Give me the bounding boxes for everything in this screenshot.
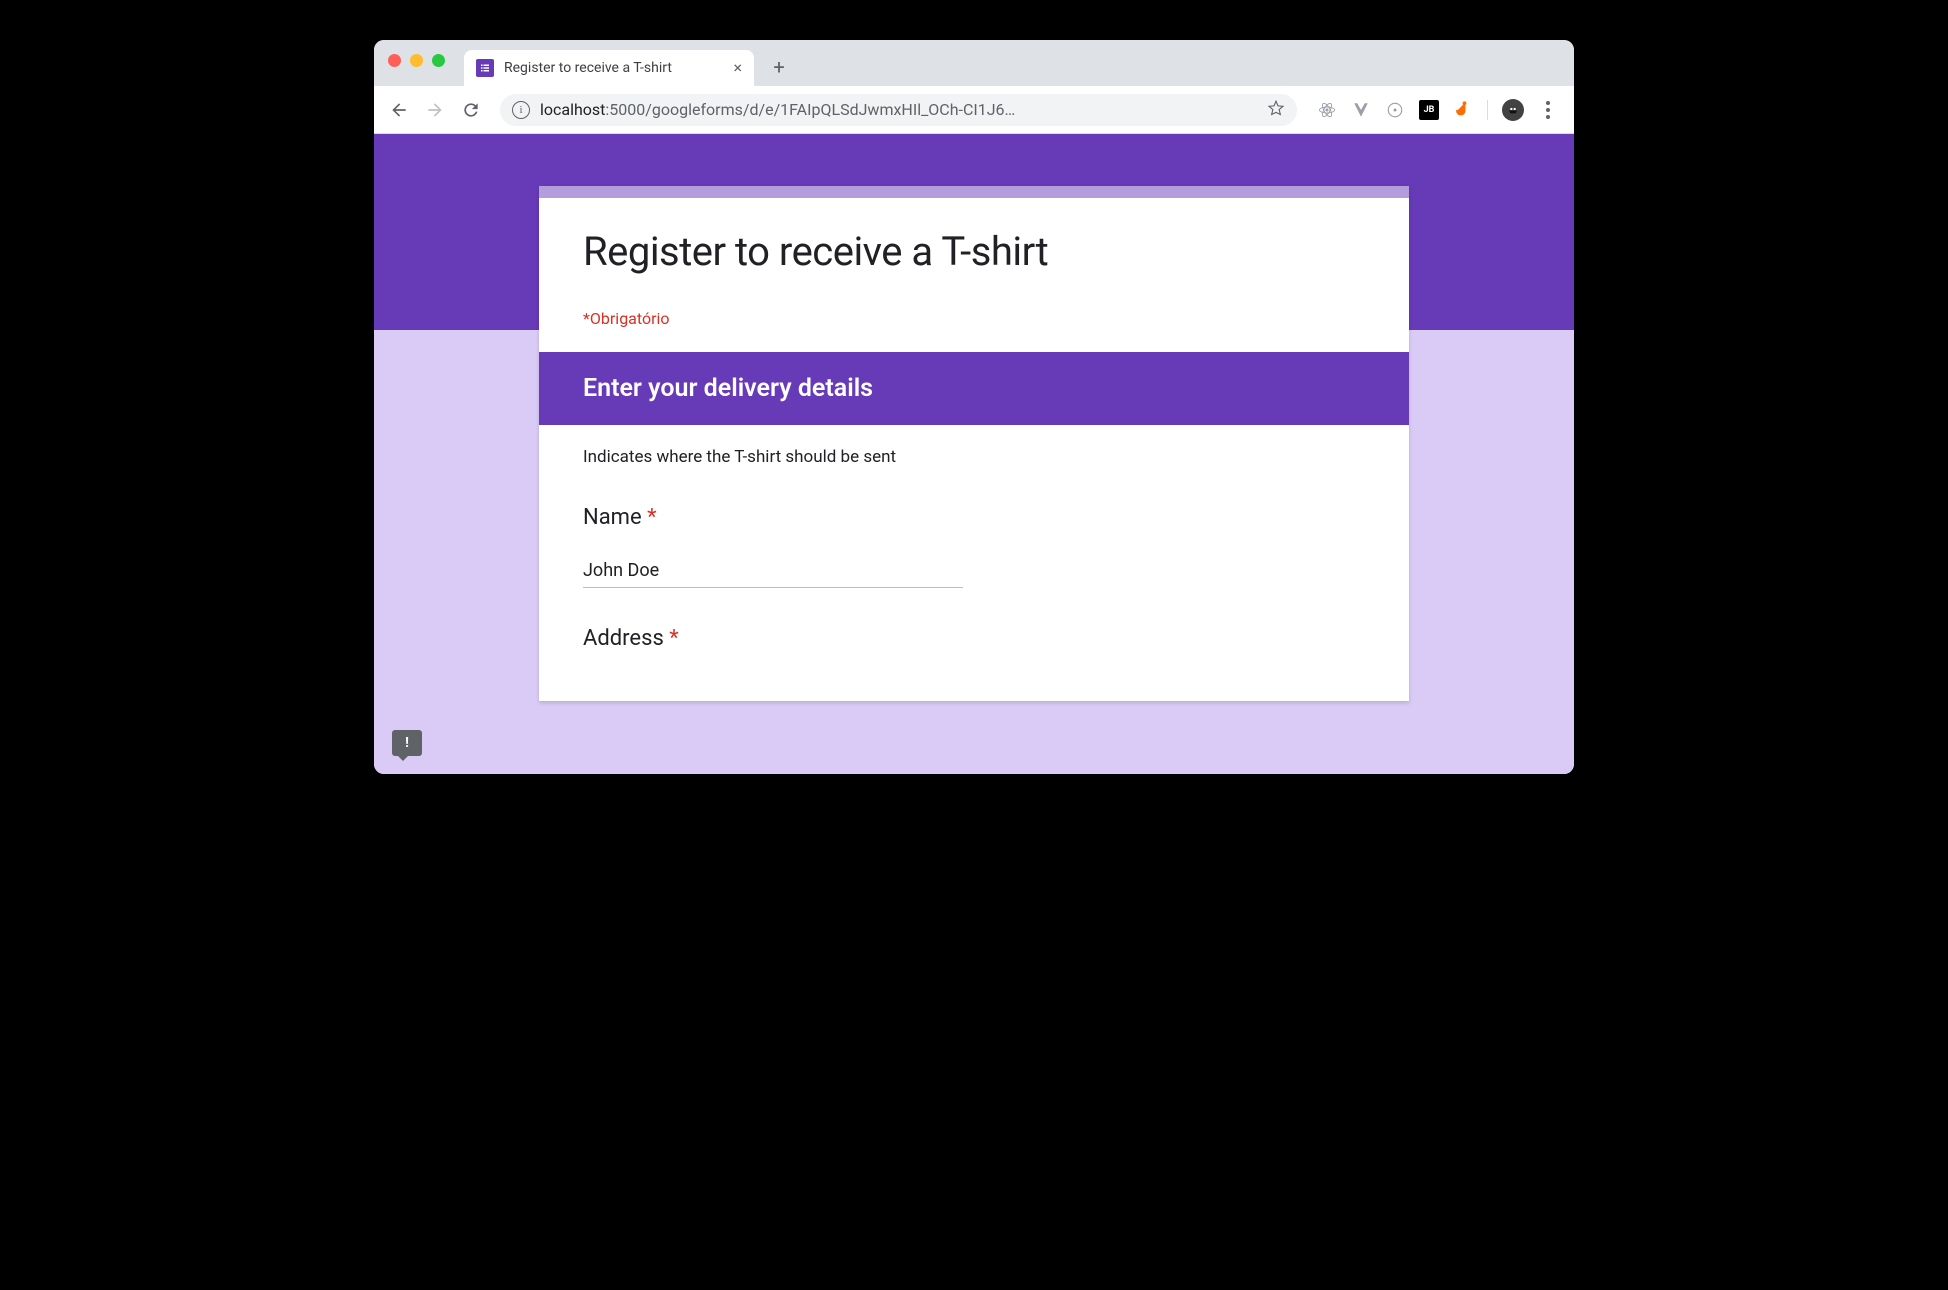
extension-icon[interactable] <box>1385 100 1405 120</box>
address-field: Address * <box>583 626 1365 651</box>
page-viewport: Register to receive a T-shirt *Obrigatór… <box>374 134 1574 774</box>
address-bar[interactable]: i localhost:5000/googleforms/d/e/1FAIpQL… <box>500 94 1297 126</box>
react-devtools-icon[interactable] <box>1317 100 1337 120</box>
reload-button[interactable] <box>456 95 486 125</box>
form-body: Indicates where the T-shirt should be se… <box>539 425 1409 701</box>
browser-window: Register to receive a T-shirt × + i loca… <box>374 40 1574 774</box>
toolbar-divider <box>1487 100 1488 120</box>
browser-toolbar: i localhost:5000/googleforms/d/e/1FAIpQL… <box>374 86 1574 134</box>
name-field-label: Name * <box>583 505 1365 530</box>
form-header: Register to receive a T-shirt *Obrigatór… <box>539 198 1409 352</box>
form-accent-bar <box>539 186 1409 198</box>
minimize-window-button[interactable] <box>410 54 423 67</box>
forms-favicon-icon <box>476 59 494 77</box>
address-field-label: Address * <box>583 626 1365 651</box>
close-tab-button[interactable]: × <box>733 60 742 76</box>
browser-menu-button[interactable] <box>1538 101 1558 119</box>
form-title: Register to receive a T-shirt <box>583 228 1365 275</box>
maximize-window-button[interactable] <box>432 54 445 67</box>
section-description: Indicates where the T-shirt should be se… <box>583 447 1365 467</box>
form-card: Register to receive a T-shirt *Obrigatór… <box>539 186 1409 701</box>
back-button[interactable] <box>384 95 414 125</box>
jetbrains-extension-icon[interactable]: JB <box>1419 100 1439 120</box>
site-info-icon[interactable]: i <box>512 101 530 119</box>
vue-devtools-icon[interactable] <box>1351 100 1371 120</box>
hook-extension-icon[interactable] <box>1453 100 1473 120</box>
close-window-button[interactable] <box>388 54 401 67</box>
extension-icons: JB <box>1311 99 1564 121</box>
tab-title: Register to receive a T-shirt <box>504 60 672 76</box>
bookmark-star-icon[interactable] <box>1267 99 1285 121</box>
exclamation-icon: ! <box>405 735 409 751</box>
name-input[interactable] <box>583 558 963 588</box>
section-title: Enter your delivery details <box>539 352 1409 425</box>
required-note: *Obrigatório <box>583 309 1365 328</box>
url-text: localhost:5000/googleforms/d/e/1FAIpQLSd… <box>540 100 1257 119</box>
browser-tab[interactable]: Register to receive a T-shirt × <box>464 50 754 86</box>
name-field: Name * <box>583 505 1365 588</box>
tab-bar: Register to receive a T-shirt × + <box>374 40 1574 86</box>
forward-button[interactable] <box>420 95 450 125</box>
new-tab-button[interactable]: + <box>764 52 794 82</box>
window-controls <box>388 54 445 67</box>
profile-avatar[interactable] <box>1502 99 1524 121</box>
feedback-button[interactable]: ! <box>392 730 422 756</box>
